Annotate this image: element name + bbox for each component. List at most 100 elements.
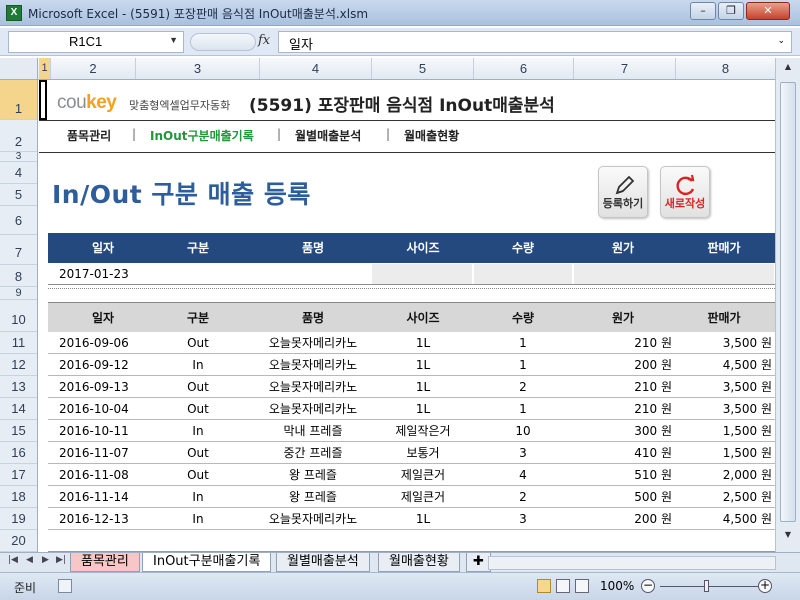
- table-row[interactable]: 2016-10-04 Out 오늘못자메리카노 1L 1 210 원 3,500 원: [48, 398, 775, 420]
- cell-item: 왕 프레즐: [289, 468, 337, 482]
- cell-date: 2016-11-08: [59, 468, 129, 482]
- entry-size-cell[interactable]: [372, 264, 472, 284]
- zoom-slider-thumb[interactable]: [704, 580, 709, 592]
- cell-qty: 2: [519, 490, 527, 504]
- nav-item-monthly-analysis[interactable]: 월별매출분석: [295, 127, 361, 144]
- chevron-down-icon[interactable]: ▼: [169, 35, 178, 45]
- formula-bar-splitter[interactable]: [190, 33, 256, 51]
- row-header[interactable]: 9: [0, 287, 37, 300]
- normal-view-icon[interactable]: [537, 579, 551, 593]
- zoom-slider[interactable]: [660, 586, 760, 587]
- sheet-tab-product[interactable]: 품목관리: [70, 553, 140, 572]
- row-header[interactable]: 11: [0, 332, 37, 354]
- select-all-corner[interactable]: [0, 58, 38, 80]
- table-row[interactable]: 2016-12-13 In 오늘못자메리카노 1L 3 200 원 4,500 원: [48, 508, 775, 530]
- formula-input[interactable]: 일자 ⌄: [278, 31, 792, 53]
- row-header[interactable]: 2: [0, 120, 37, 152]
- table-row[interactable]: 2016-09-13 Out 오늘못자메리카노 1L 2 210 원 3,500 원: [48, 376, 775, 398]
- excel-app-icon[interactable]: X: [6, 5, 22, 21]
- minimize-button[interactable]: –: [690, 2, 716, 20]
- column-header[interactable]: 8: [676, 58, 776, 79]
- table-row[interactable]: 2016-11-07 Out 중간 프레즐 보통거 3 410 원 1,500 원: [48, 442, 775, 464]
- row-header[interactable]: 19: [0, 508, 37, 530]
- column-header[interactable]: 2: [51, 58, 136, 79]
- table-row[interactable]: 2016-11-14 In 왕 프레즐 제일큰거 2 500 원 2,500 원: [48, 486, 775, 508]
- row-header[interactable]: 18: [0, 486, 37, 508]
- cell-size: 제일작은거: [395, 424, 451, 438]
- row-header[interactable]: 10: [0, 300, 37, 332]
- table-row[interactable]: 2016-09-06 Out 오늘못자메리카노 1L 1 210 원 3,500 원: [48, 332, 775, 354]
- name-box[interactable]: R1C1 ▼: [8, 31, 184, 53]
- column-header[interactable]: 6: [474, 58, 574, 79]
- column-header[interactable]: 5: [372, 58, 474, 79]
- cell-date: 2016-10-11: [59, 424, 129, 438]
- cell-date: 2016-09-12: [59, 358, 129, 372]
- column-header[interactable]: 1: [39, 58, 51, 79]
- worksheet[interactable]: coukey 맞춤형엑셀업무자동화 (5591) 포장판매 음식점 InOut매…: [39, 80, 775, 552]
- table-row-empty[interactable]: [48, 530, 775, 552]
- row-header[interactable]: 5: [0, 184, 37, 206]
- cell-type: In: [192, 424, 204, 438]
- cell-cost: 210 원: [634, 336, 672, 350]
- column-header[interactable]: 7: [574, 58, 676, 79]
- entry-cost-cell[interactable]: [574, 264, 774, 284]
- zoom-out-icon[interactable]: −: [641, 579, 655, 593]
- register-button[interactable]: 등록하기: [598, 166, 648, 218]
- nav-item-inout-record[interactable]: InOut구분매출기록: [150, 127, 254, 144]
- table-row[interactable]: 2016-10-11 In 막내 프레즐 제일작은거 10 300 원 1,500 원: [48, 420, 775, 442]
- row-header[interactable]: 17: [0, 464, 37, 486]
- row-header[interactable]: 16: [0, 442, 37, 464]
- scroll-thumb[interactable]: [780, 82, 796, 522]
- next-sheet-icon[interactable]: ▶: [42, 555, 49, 565]
- cell-date: 2016-11-07: [59, 446, 129, 460]
- new-button[interactable]: 새로작성: [660, 166, 710, 218]
- cell-cost: 300 원: [634, 424, 672, 438]
- last-sheet-icon[interactable]: ▶|: [56, 555, 66, 565]
- sheet-tab-monthly-status[interactable]: 월매출현황: [378, 553, 460, 572]
- cell-size: 제일큰거: [400, 468, 446, 482]
- macro-record-icon[interactable]: [58, 579, 72, 593]
- row-header[interactable]: 6: [0, 206, 37, 235]
- close-button[interactable]: ✕: [746, 2, 790, 20]
- scroll-up-icon[interactable]: ▲: [780, 62, 796, 76]
- sheet-tab-monthly-analysis[interactable]: 월별매출분석: [276, 553, 370, 572]
- scroll-down-icon[interactable]: ▼: [780, 530, 796, 544]
- row-header[interactable]: 1: [0, 80, 37, 120]
- vertical-scrollbar[interactable]: ▲ ▼: [775, 58, 800, 552]
- table-row[interactable]: 2016-09-12 In 오늘못자메리카노 1L 1 200 원 4,500 원: [48, 354, 775, 376]
- cell-qty: 3: [519, 446, 527, 460]
- zoom-level[interactable]: 100%: [600, 579, 634, 593]
- zoom-in-icon[interactable]: +: [758, 579, 772, 593]
- horizontal-scrollbar[interactable]: [488, 556, 776, 570]
- cell-price: 3,500 원: [722, 380, 772, 394]
- prev-sheet-icon[interactable]: ◀: [26, 555, 33, 565]
- page-break-view-icon[interactable]: [575, 579, 589, 593]
- row-header[interactable]: 3: [0, 152, 37, 162]
- row-header[interactable]: 8: [0, 265, 37, 287]
- expand-formula-icon[interactable]: ⌄: [777, 36, 785, 46]
- cell-date: 2016-10-04: [59, 402, 129, 416]
- page-layout-view-icon[interactable]: [556, 579, 570, 593]
- row-header[interactable]: 20: [0, 530, 37, 552]
- row-header[interactable]: 13: [0, 376, 37, 398]
- cell-qty: 2: [519, 380, 527, 394]
- row-header[interactable]: 14: [0, 398, 37, 420]
- nav-item-monthly-status[interactable]: 월매출현황: [404, 127, 459, 144]
- row-header[interactable]: 15: [0, 420, 37, 442]
- nav-item-product[interactable]: 품목관리: [67, 127, 111, 144]
- row-header[interactable]: 4: [0, 162, 37, 184]
- restore-button[interactable]: ❐: [718, 2, 744, 20]
- cell-qty: 3: [519, 512, 527, 526]
- column-header[interactable]: 4: [260, 58, 372, 79]
- entry-date-cell[interactable]: 2017-01-23: [59, 263, 129, 285]
- first-sheet-icon[interactable]: |◀: [8, 555, 18, 565]
- row-header[interactable]: 7: [0, 235, 37, 265]
- table-row[interactable]: 2016-11-08 Out 왕 프레즐 제일큰거 4 510 원 2,000 원: [48, 464, 775, 486]
- insert-function-icon[interactable]: fx: [258, 33, 270, 48]
- entry-header-type: 구분: [186, 241, 210, 255]
- sheet-tab-inout[interactable]: InOut구분매출기록: [142, 553, 272, 572]
- register-button-label: 등록하기: [602, 197, 644, 210]
- entry-qty-cell[interactable]: [474, 264, 572, 284]
- row-header[interactable]: 12: [0, 354, 37, 376]
- column-header[interactable]: 3: [136, 58, 260, 79]
